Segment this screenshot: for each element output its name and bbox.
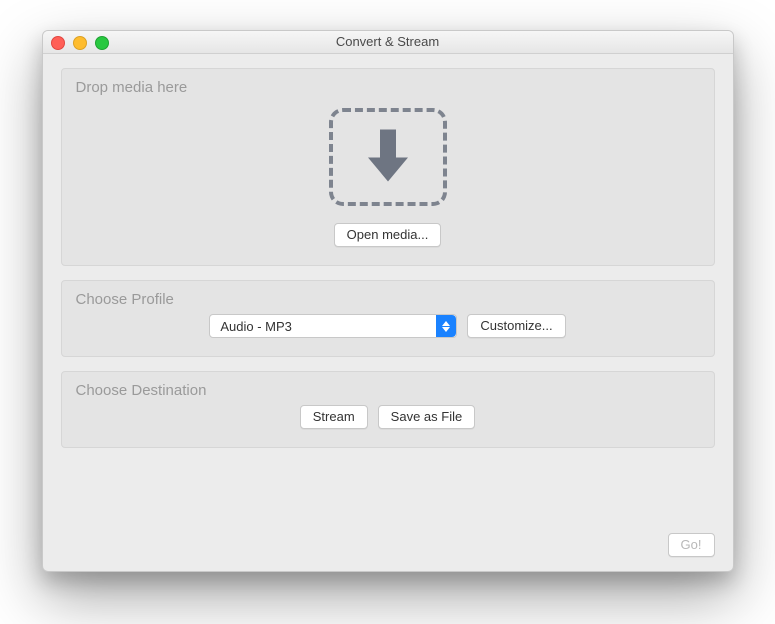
traffic-lights — [51, 36, 109, 50]
close-icon[interactable] — [51, 36, 65, 50]
profile-select[interactable]: Audio - MP3 — [209, 314, 457, 338]
minimize-icon[interactable] — [73, 36, 87, 50]
choose-destination-title: Choose Destination — [76, 382, 700, 399]
window-body: Drop media here Open media... Choose Pro… — [43, 54, 733, 448]
panel-choose-destination: Choose Destination Stream Save as File — [61, 371, 715, 448]
panel-choose-profile: Choose Profile Audio - MP3 Customize... — [61, 280, 715, 357]
footer: Go! — [668, 533, 715, 557]
zoom-icon[interactable] — [95, 36, 109, 50]
drop-media-title: Drop media here — [76, 79, 700, 96]
choose-profile-title: Choose Profile — [76, 291, 700, 308]
open-media-button[interactable]: Open media... — [334, 223, 442, 247]
stream-button[interactable]: Stream — [300, 405, 368, 429]
drop-zone[interactable]: Open media... — [76, 102, 700, 247]
go-button[interactable]: Go! — [668, 533, 715, 557]
panel-drop-media: Drop media here Open media... — [61, 68, 715, 266]
profile-select-value: Audio - MP3 — [220, 319, 292, 334]
download-arrow-icon — [363, 126, 413, 189]
window-title: Convert & Stream — [336, 34, 439, 49]
window: Convert & Stream Drop media here Open me… — [42, 30, 734, 572]
select-stepper-icon — [436, 315, 456, 337]
customize-button[interactable]: Customize... — [467, 314, 565, 338]
titlebar: Convert & Stream — [43, 31, 733, 54]
drop-box — [329, 108, 447, 206]
save-as-file-button[interactable]: Save as File — [378, 405, 476, 429]
